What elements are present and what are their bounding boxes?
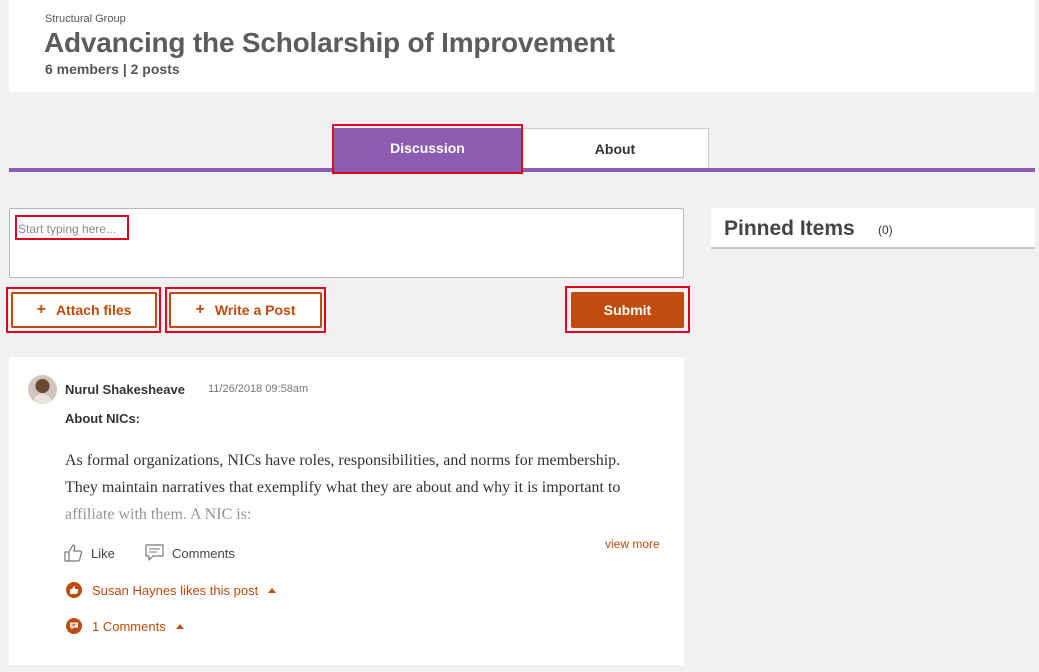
group-header: Structural Group Advancing the Scholarsh…: [9, 0, 1035, 92]
post-card: Nurul Shakesheave 11/26/2018 09:58am Abo…: [9, 357, 684, 665]
thumbs-up-icon: [64, 544, 83, 562]
group-type-label: Structural Group: [45, 13, 126, 25]
write-post-button[interactable]: + Write a Post: [169, 292, 322, 328]
plus-icon: +: [36, 301, 46, 318]
tab-discussion[interactable]: Discussion: [334, 128, 521, 168]
like-label: Like: [91, 545, 115, 561]
tabs-underline: [9, 168, 1035, 172]
comments-summary[interactable]: 1 Comments: [66, 618, 184, 634]
caret-up-icon: [268, 587, 277, 593]
post-author[interactable]: Nurul Shakesheave: [65, 382, 185, 397]
plus-icon: +: [195, 301, 205, 318]
caret-up-icon: [175, 623, 184, 629]
submit-button[interactable]: Submit: [571, 292, 684, 328]
likes-summary[interactable]: Susan Haynes likes this post: [66, 582, 277, 598]
comments-button[interactable]: Comments: [145, 544, 235, 562]
view-more-link[interactable]: view more: [605, 537, 660, 551]
pinned-items-panel: Pinned Items (0): [711, 208, 1035, 249]
attach-files-button[interactable]: + Attach files: [11, 292, 157, 328]
comment-icon: [145, 544, 164, 561]
comment-badge-icon: [66, 618, 82, 634]
pinned-items-count: (0): [878, 223, 893, 237]
post-body: As formal organizations, NICs have roles…: [65, 452, 621, 523]
attach-files-label: Attach files: [55, 302, 132, 318]
post-heading: About NICs:: [65, 411, 141, 426]
avatar[interactable]: [28, 375, 57, 404]
like-button[interactable]: Like: [64, 544, 115, 562]
thumbs-up-badge-icon: [66, 582, 82, 598]
post-composer[interactable]: [9, 208, 684, 278]
likes-summary-text: Susan Haynes likes this post: [92, 582, 259, 598]
tab-about[interactable]: About: [521, 128, 709, 168]
group-stats: 6 members | 2 posts: [45, 61, 180, 77]
post-input[interactable]: [18, 219, 538, 239]
page-title: Advancing the Scholarship of Improvement: [44, 27, 615, 58]
pinned-items-title: Pinned Items: [724, 217, 855, 240]
comments-summary-text: 1 Comments: [92, 618, 166, 634]
write-post-label: Write a Post: [214, 302, 296, 318]
post-timestamp: 11/26/2018 09:58am: [208, 383, 309, 395]
comments-label: Comments: [172, 545, 235, 561]
